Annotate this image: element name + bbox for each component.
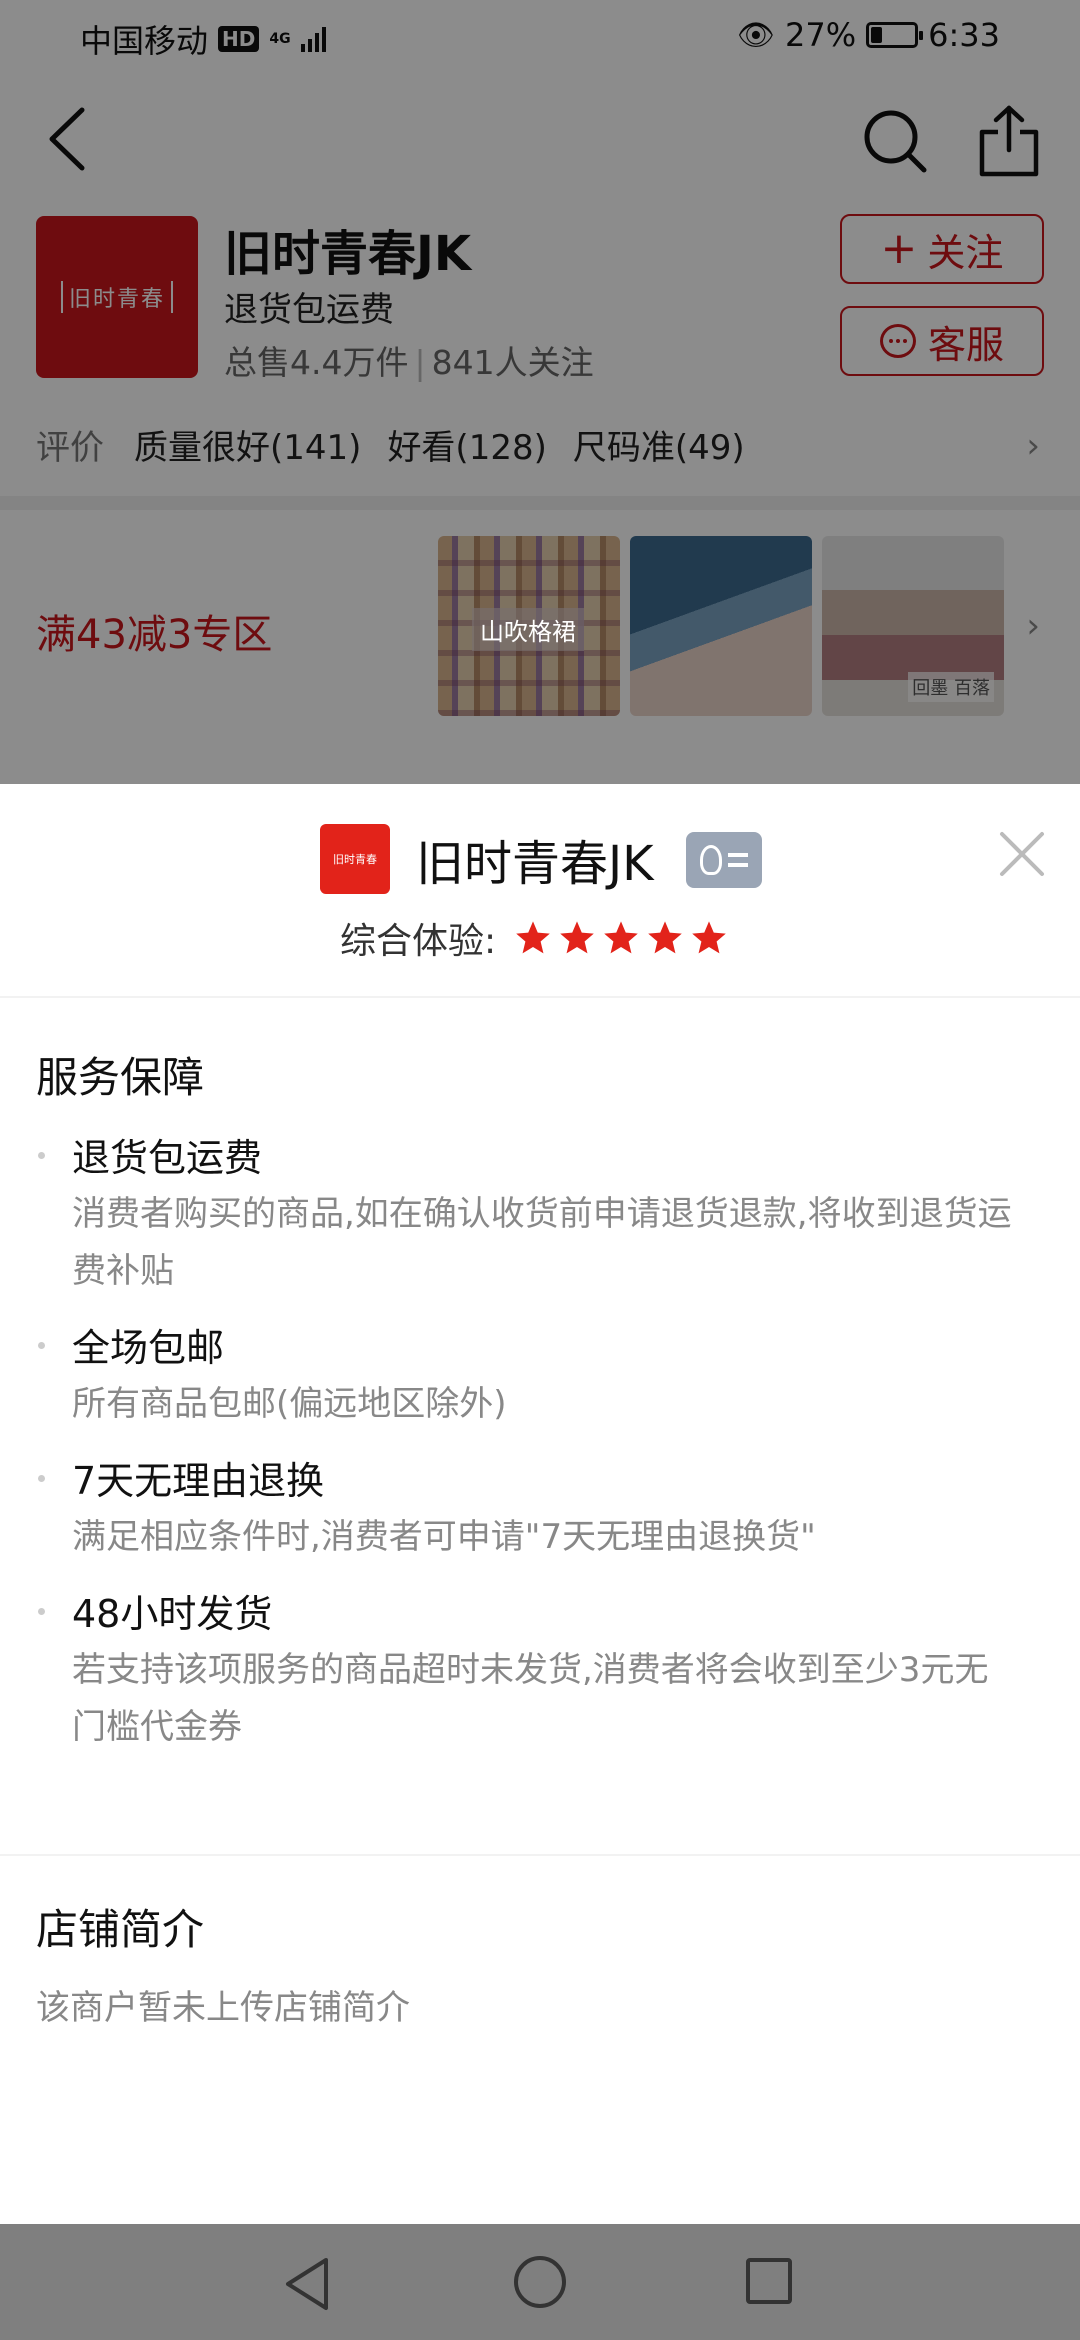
guarantee-item: 48小时发货 若支持该项服务的商品超时未发货,消费者将会收到至少3元无门槛代金券 bbox=[36, 1586, 1020, 1756]
id-card-icon[interactable] bbox=[686, 832, 762, 888]
intro-section-title: 店铺简介 bbox=[36, 1905, 205, 1954]
section-divider bbox=[0, 1854, 1080, 1856]
shop-info-sheet: 旧时青春 旧时青春JK 综合体验: 服务保障 退货包运费 消费者购买的商品,如在… bbox=[0, 784, 1080, 2224]
guarantee-title: 7天无理由退换 bbox=[72, 1459, 325, 1503]
sheet-header: 旧时青春 旧时青春JK 综合体验: bbox=[0, 784, 1080, 996]
bullet-dot bbox=[38, 1475, 45, 1482]
nav-recent-icon[interactable] bbox=[746, 2258, 792, 2304]
modal-overlay[interactable] bbox=[0, 0, 1080, 784]
star-icon bbox=[692, 921, 726, 954]
intro-desc: 该商户暂未上传店铺简介 bbox=[36, 1988, 410, 2028]
star-icon bbox=[560, 921, 594, 954]
sheet-shop-name: 旧时青春JK bbox=[416, 836, 654, 892]
sheet-shop-logo: 旧时青春 bbox=[320, 824, 390, 894]
rating-row: 综合体验: bbox=[340, 912, 728, 964]
nav-back-icon[interactable] bbox=[282, 2256, 334, 2312]
bullet-dot bbox=[38, 1342, 45, 1349]
promo-image-label: 山吹格裙 bbox=[472, 608, 584, 651]
nav-home-icon[interactable] bbox=[514, 2256, 566, 2308]
bullet-dot bbox=[38, 1608, 45, 1615]
bullet-dot bbox=[38, 1152, 45, 1159]
shop-page-background: 中国移动 HD 4G 👁 27% 6:33 旧时青春 旧时青春JK 退货包运费 … bbox=[0, 0, 1080, 784]
guarantee-desc: 所有商品包邮(偏远地区除外) bbox=[72, 1384, 507, 1424]
guarantee-list: 退货包运费 消费者购买的商品,如在确认收货前申请退货退款,将收到退货运费补贴 全… bbox=[36, 1130, 1020, 1776]
guarantee-item: 7天无理由退换 满足相应条件时,消费者可申请"7天无理由退换货" bbox=[36, 1453, 1020, 1566]
guarantee-item: 全场包邮 所有商品包邮(偏远地区除外) bbox=[36, 1320, 1020, 1433]
close-icon[interactable] bbox=[994, 826, 1050, 882]
star-icon bbox=[516, 921, 550, 954]
header-divider bbox=[0, 996, 1080, 998]
guarantee-title: 全场包邮 bbox=[72, 1326, 225, 1370]
rating-label: 综合体验: bbox=[340, 921, 497, 962]
guarantee-desc: 消费者购买的商品,如在确认收货前申请退货退款,将收到退货运费补贴 bbox=[72, 1194, 1012, 1291]
guarantee-desc: 满足相应条件时,消费者可申请"7天无理由退换货" bbox=[72, 1517, 816, 1557]
guarantee-section-title: 服务保障 bbox=[36, 1053, 205, 1102]
star-icon bbox=[604, 921, 638, 954]
star-icon bbox=[648, 921, 682, 954]
sheet-logo-text: 旧时青春 bbox=[333, 853, 377, 866]
rating-stars bbox=[514, 919, 728, 957]
guarantee-title: 48小时发货 bbox=[72, 1592, 273, 1636]
guarantee-title: 退货包运费 bbox=[72, 1136, 263, 1180]
system-nav-bar bbox=[0, 2224, 1080, 2340]
guarantee-desc: 若支持该项服务的商品超时未发货,消费者将会收到至少3元无门槛代金券 bbox=[72, 1650, 989, 1747]
guarantee-item: 退货包运费 消费者购买的商品,如在确认收货前申请退货退款,将收到退货运费补贴 bbox=[36, 1130, 1020, 1300]
